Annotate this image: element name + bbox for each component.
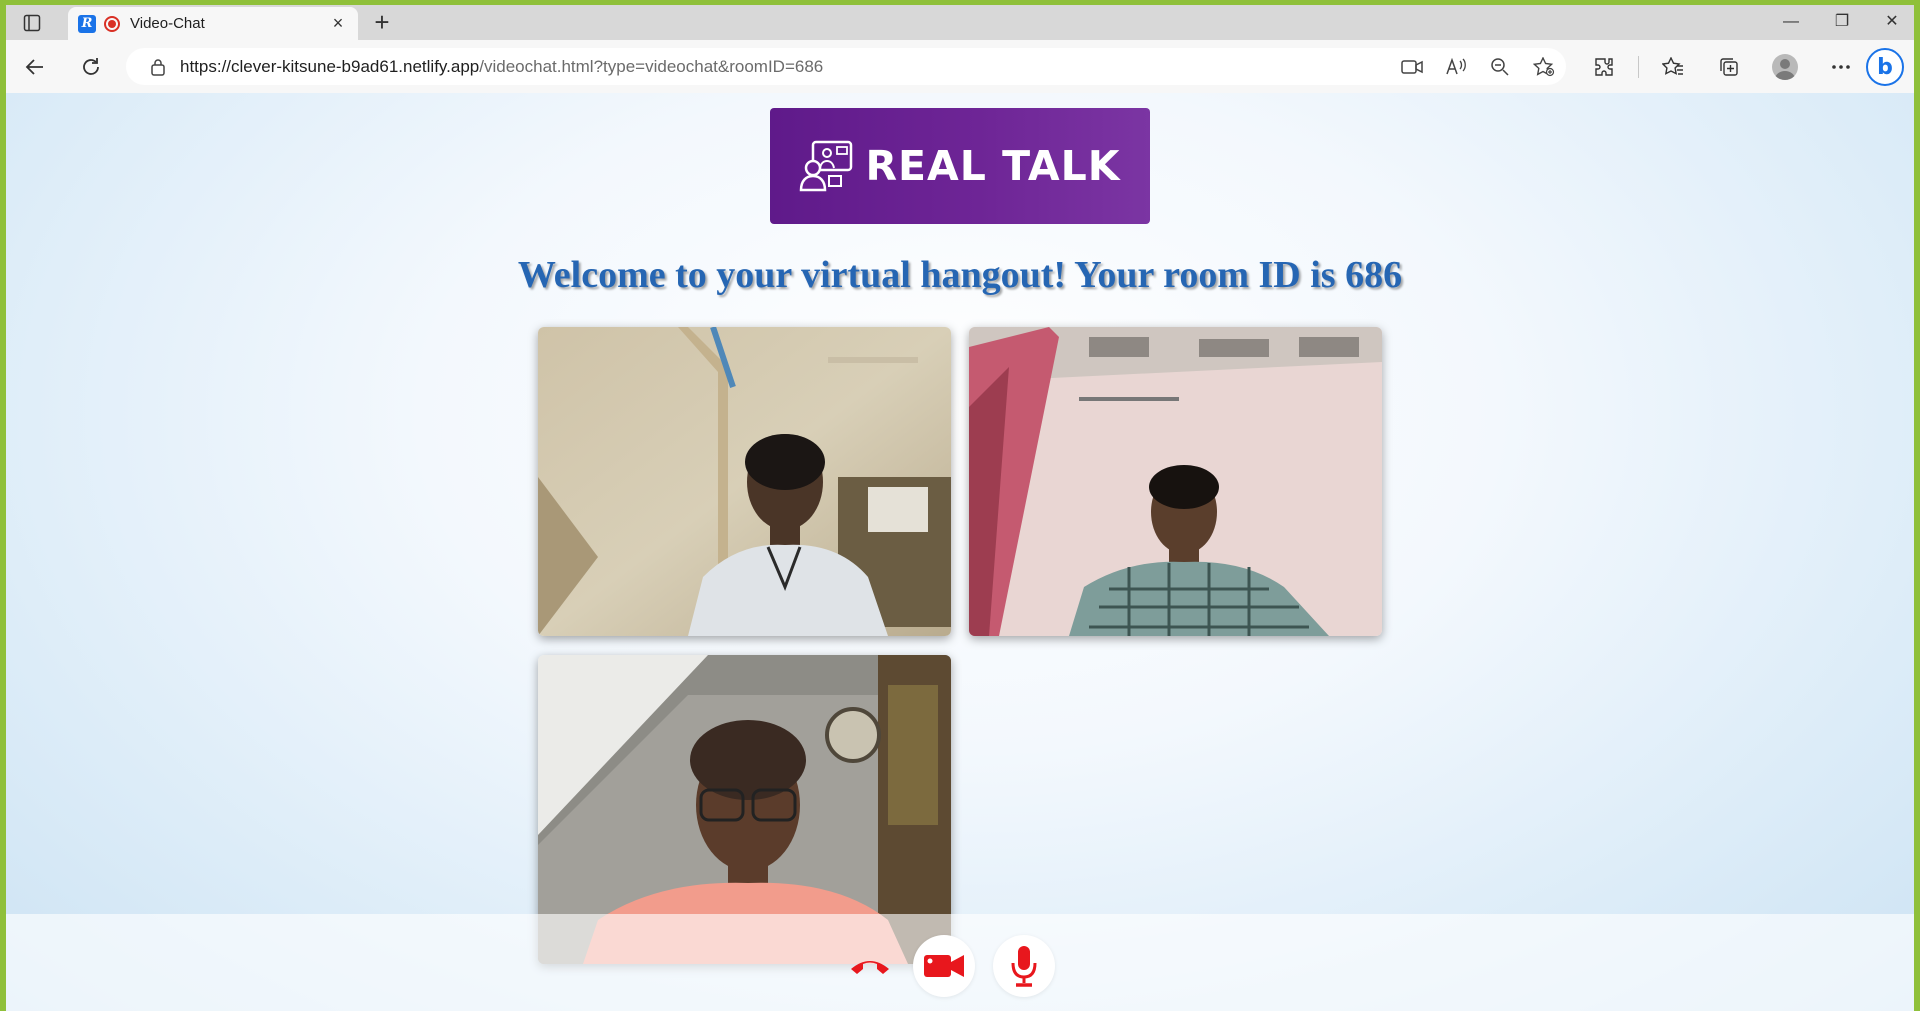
- profile-icon[interactable]: [1757, 52, 1813, 82]
- refresh-icon[interactable]: [76, 52, 106, 82]
- camera-icon[interactable]: [1390, 52, 1434, 82]
- participant-video-2[interactable]: [969, 327, 1382, 636]
- lock-icon[interactable]: [148, 57, 168, 77]
- microphone-button[interactable]: [993, 935, 1055, 997]
- page-viewport: REAL TALK Welcome to your virtual hangou…: [6, 93, 1914, 1011]
- real-talk-logo: REAL TALK: [770, 108, 1150, 224]
- new-tab-button[interactable]: +: [368, 8, 396, 36]
- hangup-button[interactable]: [839, 935, 901, 997]
- tab-video-chat[interactable]: R Video-Chat ×: [68, 7, 358, 40]
- welcome-heading: Welcome to your virtual hangout! Your ro…: [517, 254, 1403, 296]
- participant-video-1[interactable]: [538, 327, 951, 636]
- close-window-button[interactable]: ✕: [1872, 9, 1912, 35]
- hangup-icon: [851, 961, 889, 974]
- collections-icon[interactable]: [1701, 52, 1757, 82]
- read-aloud-icon[interactable]: [1434, 52, 1478, 82]
- tab-close-icon[interactable]: ×: [328, 13, 348, 34]
- address-bar[interactable]: https://clever-kitsune-b9ad61.netlify.ap…: [126, 48, 1566, 85]
- back-icon[interactable]: [20, 52, 50, 82]
- camera-toggle-icon: [924, 955, 964, 977]
- extensions-icon[interactable]: [1576, 52, 1632, 82]
- camera-toggle-button[interactable]: [913, 935, 975, 997]
- tab-actions-icon[interactable]: [20, 11, 44, 35]
- microphone-icon: [1011, 946, 1037, 987]
- restore-button[interactable]: ❐: [1822, 9, 1862, 35]
- more-icon[interactable]: [1813, 52, 1869, 82]
- zoom-out-icon[interactable]: [1478, 52, 1522, 82]
- video-chat-logo-icon: [800, 140, 853, 192]
- bing-icon[interactable]: b: [1866, 48, 1904, 86]
- minimize-button[interactable]: —: [1771, 9, 1811, 35]
- browser-window: R Video-Chat × + — ❐ ✕ https://clever-ki…: [6, 5, 1914, 1011]
- favorite-add-icon[interactable]: [1522, 52, 1566, 82]
- toolbar-actions: [1576, 50, 1869, 84]
- url-host: https://clever-kitsune-b9ad61.netlify.ap…: [180, 56, 480, 76]
- site-favicon-icon: R: [78, 14, 96, 33]
- logo-text: REAL TALK: [865, 142, 1121, 190]
- browser-toolbar: https://clever-kitsune-b9ad61.netlify.ap…: [6, 40, 1914, 93]
- favorites-icon[interactable]: [1645, 52, 1701, 82]
- tab-bar: R Video-Chat × + — ❐ ✕: [6, 5, 1914, 40]
- toolbar-separator: [1638, 56, 1639, 78]
- url-text[interactable]: https://clever-kitsune-b9ad61.netlify.ap…: [180, 57, 823, 77]
- tab-title: Video-Chat: [130, 15, 205, 32]
- url-path: /videochat.html?type=videochat&roomID=68…: [479, 56, 824, 76]
- recording-indicator-icon: [104, 15, 120, 32]
